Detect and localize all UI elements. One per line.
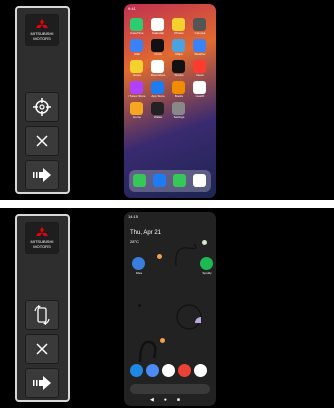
app-icon-itunes-store[interactable] (130, 81, 143, 94)
mitsubishi-logo-button[interactable]: MITSUBISHI MOTORS (25, 222, 59, 254)
decorative-circle (176, 304, 202, 330)
search-bar[interactable] (130, 384, 210, 394)
app-icon-app-store[interactable] (151, 81, 164, 94)
files-app-label: Files (135, 271, 143, 275)
play-store-icon[interactable] (162, 364, 175, 377)
status-time: 9:41 (128, 6, 136, 11)
decorative-dot (202, 240, 207, 245)
app-icon-weather[interactable] (193, 39, 206, 52)
app-label: Wallet (153, 115, 163, 119)
messages-icon[interactable] (146, 364, 159, 377)
spotify-app-icon[interactable] (200, 257, 213, 270)
close-button[interactable] (25, 334, 59, 364)
app-icon-settings[interactable] (172, 102, 185, 115)
logo-text-bottom: MOTORS (33, 36, 51, 41)
crosshair-button[interactable] (25, 92, 59, 122)
safari-icon[interactable] (153, 174, 166, 187)
app-icon-books[interactable] (172, 81, 185, 94)
mitsubishi-logo-icon (35, 227, 48, 236)
app-label: Clock (154, 52, 162, 56)
status-time: 14:15 (128, 214, 139, 219)
app-label: Books (174, 94, 184, 98)
app-icon-mail[interactable] (130, 39, 143, 52)
files-app-icon[interactable] (132, 257, 145, 270)
app-icon-stocks[interactable] (172, 60, 185, 73)
close-icon (36, 135, 48, 147)
date-widget: Thu, Apr 21 (130, 230, 162, 236)
app-icon-facetime[interactable] (130, 18, 143, 31)
forward-arrow-icon (33, 168, 51, 182)
crosshair-icon (33, 98, 51, 116)
app-icon-camera[interactable] (193, 18, 206, 31)
decorative-dot (157, 254, 162, 259)
forward-arrow-icon (33, 376, 51, 390)
chrome-icon[interactable] (178, 364, 191, 377)
decorative-dot (138, 304, 141, 307)
android-screen: 14:15 Thu, Apr 21 28°C Files Spotify ◀●■ (124, 212, 216, 406)
iphone-screen: 9:41 FaceTime Calendar Photos Camera Mail Clo… (124, 4, 216, 198)
music-icon[interactable] (193, 174, 206, 187)
app-label: Stocks (174, 73, 184, 77)
app-label: Calendar (151, 31, 165, 35)
app-icon-maps[interactable] (172, 39, 185, 52)
forward-button[interactable] (25, 160, 59, 190)
phone-icon[interactable] (130, 364, 143, 377)
phone-icon[interactable] (133, 174, 146, 187)
forward-button[interactable] (25, 368, 59, 398)
screen-panel-ios: MITSUBISHI MOTORS 9:41 FaceTime Calendar… (0, 0, 334, 200)
app-icon-news[interactable] (193, 60, 206, 73)
app-icon-clock[interactable] (151, 39, 164, 52)
app-label: Mail (134, 52, 140, 56)
app-icon-reminders[interactable] (151, 60, 164, 73)
app-icon-notes[interactable] (130, 60, 143, 73)
app-label: Photos (174, 31, 184, 35)
app-icon-home[interactable] (130, 102, 143, 115)
app-label: Health (195, 94, 205, 98)
messages-icon[interactable] (173, 174, 186, 187)
app-label: App Store (151, 94, 165, 98)
screen-panel-android: MITSUBISHI MOTORS 14:15 Thu, Apr 21 28°C… (0, 208, 334, 408)
weather-widget: 28°C (130, 239, 139, 244)
close-icon (36, 343, 48, 355)
mitsubishi-logo-icon (35, 19, 48, 28)
app-label: FaceTime (130, 31, 144, 35)
app-label: Reminders (150, 73, 166, 77)
app-label: Maps (175, 52, 183, 56)
camera-icon[interactable] (194, 364, 207, 377)
decorative-shape (175, 243, 197, 267)
app-label: News (196, 73, 204, 77)
logo-text-bottom: MOTORS (33, 244, 51, 249)
app-icon-photos[interactable] (172, 18, 185, 31)
rotate-phone-button[interactable] (25, 300, 59, 330)
side-toolbar: MITSUBISHI MOTORS (15, 214, 70, 402)
nav-bar: ◀●■ (150, 397, 190, 403)
app-label: Home (132, 115, 141, 119)
rotate-phone-icon (34, 305, 50, 325)
app-icon-calendar[interactable] (151, 18, 164, 31)
app-label: Weather (194, 52, 206, 56)
app-icon-wallet[interactable] (151, 102, 164, 115)
app-icon-health[interactable] (193, 81, 206, 94)
decorative-dot (160, 338, 165, 343)
close-button[interactable] (25, 126, 59, 156)
spotify-app-label: Spotify (202, 271, 212, 275)
ios-dock (129, 170, 211, 192)
app-label: Camera (194, 31, 206, 35)
app-label: Notes (133, 73, 141, 77)
mitsubishi-logo-button[interactable]: MITSUBISHI MOTORS (25, 14, 59, 46)
app-label: iTunes Store (128, 94, 146, 98)
side-toolbar: MITSUBISHI MOTORS (15, 6, 70, 194)
app-label: Settings (173, 115, 185, 119)
